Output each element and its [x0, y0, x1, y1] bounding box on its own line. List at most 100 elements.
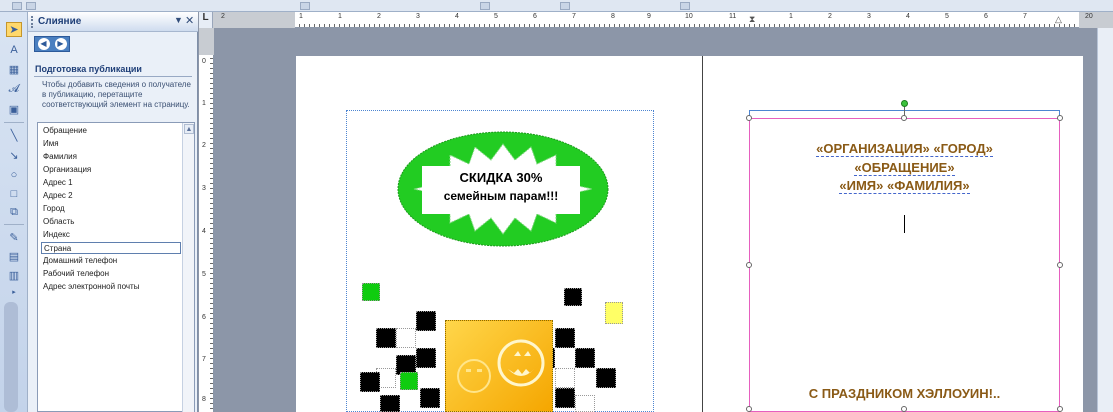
toolbar-button[interactable] [12, 2, 22, 10]
section-divider [34, 76, 192, 77]
resize-handle[interactable] [1057, 115, 1063, 121]
decor-square[interactable] [575, 348, 595, 368]
resize-handle[interactable] [746, 406, 752, 412]
forward-icon[interactable]: ▶ [54, 38, 67, 50]
resize-handle[interactable] [901, 115, 907, 121]
list-item[interactable]: Адрес электронной почты [41, 281, 181, 293]
halloween-pumpkin-picture[interactable] [445, 320, 553, 412]
toolbar-scroll-handle[interactable] [4, 302, 18, 412]
decor-square[interactable] [380, 395, 400, 412]
list-item[interactable]: Город [41, 203, 181, 215]
chevron-down-icon[interactable]: ▼ [174, 15, 183, 25]
list-item[interactable]: Рабочий телефон [41, 268, 181, 280]
toolbar-button[interactable] [300, 2, 310, 10]
list-item[interactable]: Адрес 1 [41, 177, 181, 189]
merge-field-text: «ОБРАЩЕНИЕ» [854, 160, 955, 176]
decor-square[interactable] [396, 328, 416, 348]
ruler-margin-shade [213, 12, 295, 28]
resize-handle[interactable] [746, 115, 752, 121]
line-icon[interactable]: ╲ [6, 128, 22, 143]
list-item[interactable]: Индекс [41, 229, 181, 241]
decor-square[interactable] [596, 368, 616, 388]
ruler-number: 4 [906, 13, 910, 20]
merge-field-line[interactable]: «ОБРАЩЕНИЕ» [749, 160, 1060, 176]
resize-handle[interactable] [746, 262, 752, 268]
picture-icon[interactable]: ▣ [6, 102, 22, 117]
ruler-number: 5 [945, 13, 949, 20]
select-arrow-icon[interactable]: ➤ [6, 22, 22, 37]
indent-marker-icon[interactable]: ⧗ [749, 14, 755, 25]
list-item-selected[interactable]: Страна [41, 242, 181, 254]
vertical-scrollbar[interactable] [1097, 28, 1113, 412]
decor-square[interactable] [555, 368, 575, 388]
discount-badge-text[interactable]: СКИДКА 30% семейным парам!!! [422, 166, 580, 214]
list-item[interactable]: Адрес 2 [41, 190, 181, 202]
list-scrollbar[interactable]: ▲ [182, 123, 194, 412]
ruler-number: 6 [202, 314, 206, 321]
design-gallery-icon[interactable]: ▥ [6, 268, 22, 283]
right-indent-marker-icon[interactable]: △ [1055, 14, 1062, 25]
rectangle-icon[interactable]: □ [6, 186, 22, 201]
toolbar-button[interactable] [26, 2, 36, 10]
decor-square[interactable] [416, 311, 436, 331]
merge-field-line[interactable]: «ОРГАНИЗАЦИЯ» «ГОРОД» [749, 141, 1060, 157]
back-icon[interactable]: ◀ [37, 38, 50, 50]
ghost-face [457, 359, 491, 393]
publisher-window: ➤ A ▦ 𝓐 ▣ ╲ ↘ ○ □ ⧉ ✎ ▤ ▥ ▸ Слияние ▼ ✕ … [0, 0, 1113, 412]
list-item[interactable]: Домашний телефон [41, 255, 181, 267]
decor-square-green[interactable] [400, 372, 418, 390]
merge-field-text: «ОРГАНИЗАЦИЯ» «ГОРОД» [816, 141, 993, 157]
list-item[interactable]: Область [41, 216, 181, 228]
decor-square[interactable] [555, 388, 575, 408]
resize-handle[interactable] [1057, 406, 1063, 412]
line-color-icon[interactable]: ▤ [6, 249, 22, 264]
arrow-line-icon[interactable]: ↘ [6, 148, 22, 163]
ruler-number: 4 [202, 228, 206, 235]
rotate-handle[interactable] [901, 100, 908, 107]
grip-icon[interactable] [31, 16, 33, 28]
ruler-number: 3 [867, 13, 871, 20]
scroll-up-icon[interactable]: ▲ [184, 124, 194, 134]
ruler-number: 2 [377, 13, 381, 20]
close-icon[interactable]: ✕ [185, 14, 194, 27]
ruler-number: 8 [202, 396, 206, 403]
oval-icon[interactable]: ○ [6, 167, 22, 182]
resize-handle[interactable] [901, 406, 907, 412]
task-pane-title-bar: Слияние ▼ ✕ [28, 12, 198, 32]
ruler-corner[interactable]: L [199, 12, 213, 28]
discount-subtitle: семейным парам!!! [443, 189, 559, 203]
table-icon[interactable]: ▦ [6, 62, 22, 77]
vertical-ruler[interactable]: 0 1 2 3 4 5 6 7 8 [199, 28, 214, 412]
toolbar-button[interactable] [560, 2, 570, 10]
decor-square[interactable] [376, 328, 396, 348]
word-art-icon[interactable]: 𝓐 [6, 82, 22, 97]
list-item[interactable]: Имя [41, 138, 181, 150]
pumpkin-mouth [508, 369, 534, 376]
text-box-icon[interactable]: A [6, 42, 22, 57]
text-cursor [904, 215, 905, 233]
decor-square[interactable] [564, 288, 582, 306]
list-item[interactable]: Организация [41, 164, 181, 176]
ruler-number: 7 [1023, 13, 1027, 20]
horizontal-ruler[interactable]: L 2 1 1 2 3 4 5 6 7 8 9 10 11 ⧗ 1 2 3 4 … [199, 12, 1113, 28]
fill-color-icon[interactable]: ✎ [6, 230, 22, 245]
decor-square[interactable] [416, 348, 436, 368]
autoshapes-icon[interactable]: ⧉ [6, 205, 22, 220]
more-tools-icon[interactable]: ▸ [6, 284, 22, 299]
decor-square[interactable] [420, 388, 440, 408]
decor-square-yellow[interactable] [605, 302, 623, 324]
ruler-number: 7 [572, 13, 576, 20]
pumpkin-eye [524, 351, 531, 356]
merge-field-list[interactable]: Обращение Имя Фамилия Организация Адрес … [37, 122, 195, 412]
decor-square-green[interactable] [362, 283, 380, 301]
toolbar-button[interactable] [680, 2, 690, 10]
greeting-text[interactable]: С ПРАЗДНИКОМ ХЭЛЛОУИН!.. [749, 386, 1060, 401]
decor-square[interactable] [575, 395, 595, 412]
list-item[interactable]: Фамилия [41, 151, 181, 163]
list-item[interactable]: Обращение [41, 125, 181, 137]
toolbar-button[interactable] [480, 2, 490, 10]
decor-square[interactable] [360, 372, 380, 392]
merge-field-line[interactable]: «ИМЯ» «ФАМИЛИЯ» [749, 178, 1060, 194]
resize-handle[interactable] [1057, 262, 1063, 268]
decor-square[interactable] [555, 328, 575, 348]
